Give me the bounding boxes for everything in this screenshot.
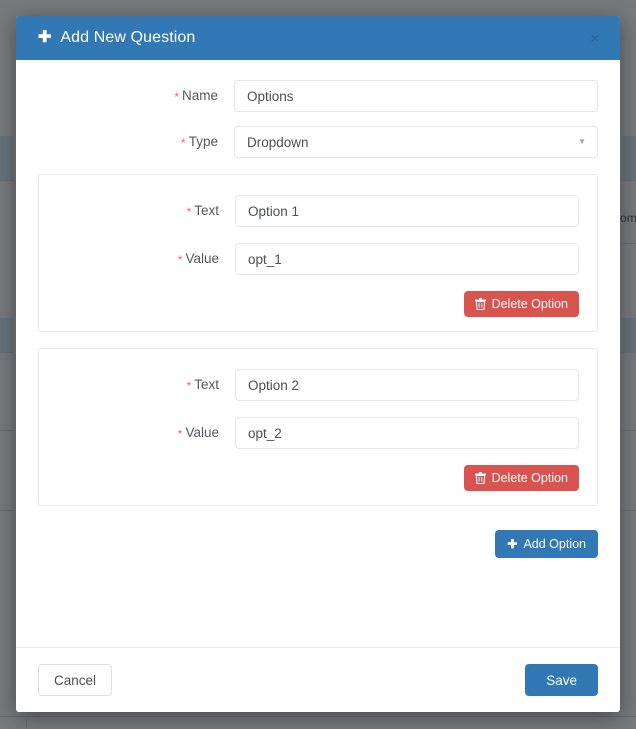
option-value-label-text: Value — [185, 425, 219, 440]
modal-body: *Name Options *Type Dropdown ▼ *Text — [16, 60, 620, 647]
option-value-input[interactable]: opt_2 — [235, 417, 579, 449]
required-asterisk: * — [186, 205, 192, 219]
cancel-button[interactable]: Cancel — [38, 664, 113, 696]
plus-icon: ✚ — [38, 29, 52, 46]
option-panel-actions: Delete Option — [39, 465, 579, 491]
background-divider — [0, 352, 14, 353]
close-icon[interactable]: × — [586, 29, 604, 47]
save-button[interactable]: Save — [525, 664, 598, 696]
background-divider — [0, 510, 14, 511]
option-text-input-value: Option 2 — [248, 377, 300, 393]
form-row-name: * Name Options — [38, 80, 598, 112]
option-panel: * Text Option 1 * Value opt_1 Delete Opt… — [38, 174, 598, 332]
option-text-label-text: Text — [194, 203, 219, 218]
required-asterisk: * — [177, 427, 183, 441]
form-row-option-value: * Value opt_1 — [39, 243, 579, 275]
chevron-down-icon: ▼ — [578, 137, 586, 146]
type-select[interactable]: Dropdown ▼ — [234, 126, 598, 158]
name-label-text: Name — [181, 88, 218, 103]
background-divider — [622, 243, 636, 244]
type-select-value: Dropdown — [247, 134, 309, 150]
required-asterisk: * — [174, 90, 179, 104]
background-row-band — [622, 318, 636, 352]
plus-icon: ✚ — [507, 537, 518, 551]
option-value-input[interactable]: opt_1 — [235, 243, 579, 275]
option-text-input[interactable]: Option 2 — [235, 369, 579, 401]
required-asterisk: * — [177, 253, 183, 267]
name-input[interactable]: Options — [234, 80, 598, 112]
background-divider — [26, 716, 27, 729]
name-field-label: * Name — [38, 88, 234, 104]
delete-option-button[interactable]: Delete Option — [463, 465, 579, 491]
option-text-label: * Text — [39, 203, 235, 219]
add-option-label: Add Option — [523, 537, 586, 551]
background-table-header-band — [622, 136, 636, 180]
add-option-row: ✚ Add Option — [38, 530, 598, 558]
option-value-label: * Value — [39, 425, 235, 441]
form-row-type: * Type Dropdown ▼ — [38, 126, 598, 158]
background-divider — [0, 716, 636, 717]
background-row-band — [0, 318, 14, 352]
name-input-value: Options — [247, 88, 294, 104]
add-new-question-modal: ✚ Add New Question × * Name Options * Type… — [16, 16, 620, 712]
option-text-label: * Text — [39, 377, 235, 393]
trash-icon — [474, 472, 486, 484]
modal-footer: Cancel Save — [16, 647, 620, 712]
option-text-label-text: Text — [194, 377, 219, 392]
option-value-input-value: opt_2 — [248, 425, 282, 441]
delete-option-label: Delete Option — [491, 471, 568, 485]
background-divider — [622, 430, 636, 431]
background-divider — [622, 180, 636, 181]
background-divider — [622, 352, 636, 353]
background-divider — [0, 180, 14, 181]
form-row-option-text: * Text Option 1 — [39, 195, 579, 227]
trash-icon — [474, 298, 486, 310]
option-value-input-value: opt_1 — [248, 251, 282, 267]
modal-header: ✚ Add New Question × — [16, 16, 620, 60]
background-divider — [0, 430, 14, 431]
background-table-header-band — [0, 136, 14, 180]
option-text-input-value: Option 1 — [248, 203, 300, 219]
modal-title: Add New Question — [60, 29, 196, 46]
option-value-label-text: Value — [185, 251, 219, 266]
background-column-header-text: omis — [620, 211, 636, 225]
add-option-button[interactable]: ✚ Add Option — [495, 530, 598, 558]
delete-option-label: Delete Option — [491, 297, 568, 311]
option-text-input[interactable]: Option 1 — [235, 195, 579, 227]
delete-option-button[interactable]: Delete Option — [463, 291, 579, 317]
type-field-label: * Type — [38, 134, 234, 150]
form-row-option-text: * Text Option 2 — [39, 369, 579, 401]
required-asterisk: * — [181, 136, 186, 150]
option-panel-actions: Delete Option — [39, 291, 579, 317]
form-row-option-value: * Value opt_2 — [39, 417, 579, 449]
type-label-text: Type — [188, 134, 218, 149]
option-panel: * Text Option 2 * Value opt_2 Delete Opt… — [38, 348, 598, 506]
background-divider — [622, 510, 636, 511]
required-asterisk: * — [186, 379, 192, 393]
option-value-label: * Value — [39, 251, 235, 267]
